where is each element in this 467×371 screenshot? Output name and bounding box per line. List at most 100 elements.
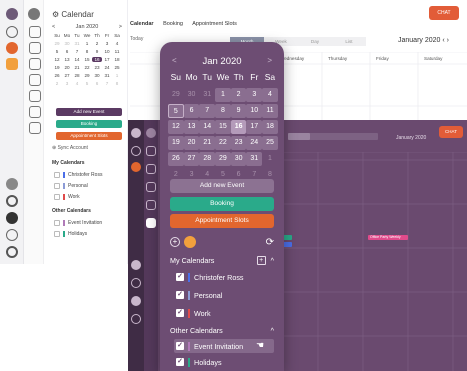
day-cell[interactable]: 2 — [230, 88, 247, 102]
day-cell[interactable]: 3 — [102, 41, 112, 46]
day-cell[interactable]: 31 — [72, 41, 82, 46]
checkbox[interactable] — [54, 172, 60, 178]
app-icon-orange[interactable] — [6, 42, 18, 54]
popup-add-event-button[interactable]: Add new Event — [170, 179, 274, 193]
day-cell[interactable]: 31 — [199, 88, 215, 102]
day-cell[interactable]: 9 — [230, 104, 247, 118]
day-cell[interactable]: 6 — [92, 81, 102, 86]
day-cell[interactable]: 4 — [112, 41, 122, 46]
day-cell[interactable]: 4 — [72, 81, 82, 86]
view-day-button[interactable]: Day — [298, 37, 332, 46]
day-cell[interactable]: 24 — [246, 136, 263, 150]
sync-account-button[interactable]: ⊕ Sync Account — [52, 145, 88, 151]
add-event-button[interactable]: Add new Event — [56, 108, 122, 116]
day-cell[interactable]: 1 — [112, 73, 122, 78]
checkbox[interactable] — [54, 231, 60, 237]
day-cell[interactable]: 7 — [102, 81, 112, 86]
contacts-icon[interactable] — [29, 74, 41, 86]
refresh-icon[interactable] — [6, 229, 18, 241]
view-list-button[interactable]: List — [332, 37, 366, 46]
day-cell[interactable]: 30 — [184, 88, 200, 102]
refresh-icon[interactable]: ⟳ — [266, 237, 274, 248]
checkbox[interactable] — [54, 220, 60, 226]
calendar-icon[interactable] — [29, 58, 41, 70]
tab-calendar[interactable]: Calendar — [130, 21, 154, 27]
calendar-item-work[interactable]: Work — [54, 194, 80, 200]
day-cell[interactable]: 7 — [72, 49, 82, 54]
day-cell[interactable]: 12 — [52, 57, 62, 62]
day-cell[interactable]: 21 — [199, 136, 216, 150]
chat-button[interactable]: CHAT — [429, 6, 459, 20]
day-cell[interactable]: 1 — [215, 88, 231, 102]
day-cell[interactable]: 27 — [183, 152, 200, 166]
day-cell[interactable]: 14 — [72, 57, 82, 62]
day-cell[interactable]: 8 — [82, 49, 92, 54]
day-cell[interactable]: 17 — [102, 57, 112, 62]
tasks-icon[interactable] — [29, 90, 41, 102]
team-icon[interactable] — [131, 260, 141, 270]
day-cell[interactable]: 4 — [262, 88, 278, 102]
popup-calendar-item-work[interactable]: ✓ Work — [174, 306, 274, 320]
day-cell[interactable]: 13 — [183, 120, 200, 134]
tasks-icon[interactable] — [146, 218, 156, 228]
day-cell[interactable]: 9 — [92, 49, 102, 54]
search-icon[interactable] — [131, 146, 141, 156]
calendar-icon[interactable] — [146, 182, 156, 192]
search-icon[interactable] — [6, 26, 18, 38]
day-cell[interactable]: 15 — [215, 120, 231, 134]
calendar-item-christofer[interactable]: Christofer Ross — [54, 172, 102, 178]
day-cell[interactable]: 28 — [199, 152, 216, 166]
checkbox-checked[interactable]: ✓ — [176, 291, 184, 299]
day-cell[interactable]: 3 — [246, 88, 263, 102]
event-chip-office-party[interactable]: Office Party Weekly — [368, 235, 408, 240]
tab-appointment-slots[interactable]: Appointment Slots — [192, 21, 237, 27]
popup-calendar-item-personal[interactable]: ✓ Personal — [174, 288, 274, 302]
avatar[interactable] — [28, 8, 40, 20]
day-cell[interactable]: 6 — [62, 49, 72, 54]
app-icon-orange[interactable] — [131, 162, 141, 172]
day-cell[interactable]: 23 — [230, 136, 247, 150]
prev-month-button[interactable]: < — [52, 24, 55, 30]
day-cell[interactable]: 5 — [168, 104, 184, 118]
app-icon-yellow[interactable] — [6, 58, 18, 70]
day-cell[interactable]: 30 — [230, 152, 247, 166]
mail-icon[interactable] — [29, 26, 41, 38]
day-cell[interactable]: 29 — [52, 41, 62, 46]
record-icon[interactable] — [131, 278, 141, 288]
day-cell[interactable]: 6 — [183, 104, 200, 118]
day-cell[interactable]: 10 — [102, 49, 112, 54]
chat-icon[interactable] — [29, 42, 41, 54]
day-cell[interactable]: 2 — [92, 41, 102, 46]
day-cell[interactable]: 8 — [112, 81, 122, 86]
day-cell[interactable]: 5 — [52, 49, 62, 54]
day-cell[interactable]: 11 — [112, 49, 122, 54]
record-icon[interactable] — [6, 195, 18, 207]
files-icon[interactable] — [29, 122, 41, 134]
day-cell[interactable]: 29 — [82, 73, 92, 78]
help-icon[interactable] — [131, 296, 141, 306]
day-cell[interactable]: 1 — [262, 152, 278, 166]
day-cell[interactable]: 14 — [199, 120, 216, 134]
day-cell[interactable]: 12 — [168, 120, 184, 134]
calendar-item-holidays[interactable]: Holidays — [54, 231, 87, 237]
popup-booking-button[interactable]: Booking — [170, 197, 274, 211]
notes-icon[interactable] — [29, 106, 41, 118]
tab-booking[interactable]: Booking — [163, 21, 183, 27]
settings-icon[interactable] — [6, 246, 18, 258]
contacts-icon[interactable] — [146, 200, 156, 210]
popup-calendar-item-holidays[interactable]: ✓ Holidays — [174, 355, 274, 369]
day-cell[interactable]: 8 — [215, 104, 231, 118]
day-cell[interactable]: 21 — [72, 65, 82, 70]
day-cell[interactable]: 26 — [168, 152, 184, 166]
day-cell[interactable]: 30 — [62, 41, 72, 46]
popup-calendar-item-christofer[interactable]: ✓ Christofer Ross — [174, 270, 274, 284]
day-cell[interactable]: 29 — [215, 152, 231, 166]
day-cell[interactable]: 7 — [199, 104, 216, 118]
day-cell[interactable]: 30 — [92, 73, 102, 78]
help-icon[interactable] — [6, 212, 18, 224]
collapse-icon[interactable]: ^ — [271, 326, 274, 335]
day-cell[interactable]: 25 — [262, 136, 278, 150]
checkbox[interactable] — [54, 194, 60, 200]
collapse-icon[interactable]: ^ — [271, 256, 274, 265]
day-cell[interactable]: 11 — [262, 104, 278, 118]
